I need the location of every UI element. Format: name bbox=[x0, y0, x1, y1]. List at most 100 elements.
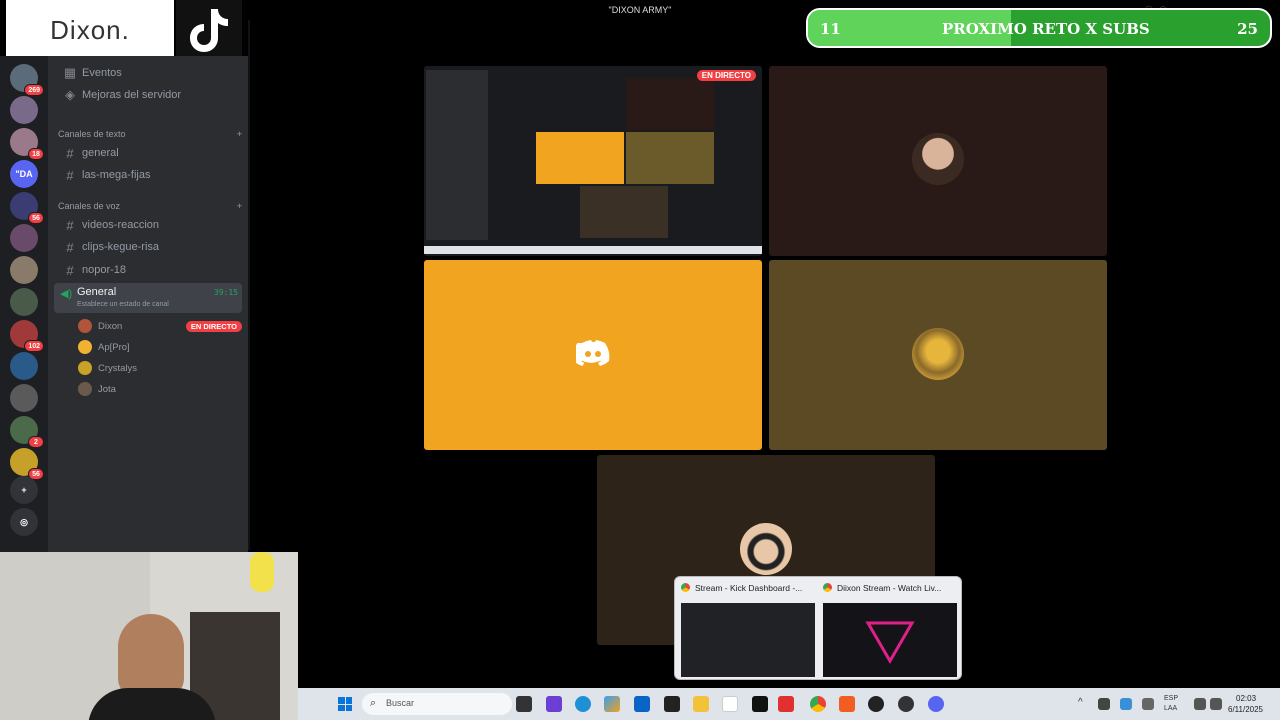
boosts-item[interactable]: ◈ Mejoras del servidor bbox=[54, 84, 242, 106]
search-box[interactable]: ⌕ Buscar bbox=[362, 693, 512, 715]
app-icon[interactable] bbox=[898, 696, 914, 712]
preview-title: Diixon Stream - Watch Liv... bbox=[837, 583, 942, 593]
copilot-icon[interactable] bbox=[604, 696, 620, 712]
language-indicator[interactable]: ESP bbox=[1164, 695, 1178, 702]
channel-label: videos-reaccion bbox=[82, 219, 160, 231]
channel-label: nopor-18 bbox=[82, 264, 127, 276]
stream-tile[interactable]: EN DIRECTO bbox=[424, 66, 762, 256]
active-voice-channel[interactable]: ◀) General 39:15 Establece un estado de … bbox=[54, 283, 242, 313]
channel-nopor-18[interactable]: # nopor-18 bbox=[54, 259, 242, 281]
participant-avatar bbox=[740, 523, 792, 575]
active-voice-time: 39:15 bbox=[213, 288, 238, 297]
server-icon[interactable]: 56 bbox=[10, 192, 44, 224]
channel-general[interactable]: # general bbox=[54, 142, 242, 164]
participant-tile-crystalys[interactable] bbox=[769, 260, 1107, 450]
t-app-icon[interactable] bbox=[778, 696, 794, 712]
server-icon[interactable] bbox=[10, 224, 38, 252]
chevron-up-icon[interactable]: ^ bbox=[1078, 697, 1083, 708]
volume-icon[interactable] bbox=[1210, 698, 1222, 710]
tray-icon[interactable] bbox=[1098, 698, 1110, 710]
channel-sidebar: ▦ Eventos ◈ Mejoras del servidor Canales d… bbox=[48, 56, 248, 552]
preview-diixon-stream[interactable]: Diixon Stream - Watch Liv... bbox=[821, 581, 959, 677]
task-view-icon[interactable] bbox=[516, 696, 532, 712]
avatar bbox=[78, 361, 92, 375]
server-icon[interactable]: 269 bbox=[10, 64, 44, 96]
member-name: Jota bbox=[98, 383, 116, 395]
avatar bbox=[78, 382, 92, 396]
stream-mini-olive bbox=[626, 132, 714, 184]
channel-las-mega-fijas[interactable]: # las-mega-fijas bbox=[54, 164, 242, 186]
clock-date[interactable]: 6/11/2025 bbox=[1228, 705, 1263, 714]
webcam-overlay bbox=[0, 552, 298, 720]
channel-clips-kegue-risa[interactable]: # clips-kegue-risa bbox=[54, 236, 242, 258]
events-label: Eventos bbox=[82, 67, 122, 79]
channel-videos-reaccion[interactable]: # videos-reaccion bbox=[54, 214, 242, 236]
subs-current: 11 bbox=[820, 20, 841, 38]
app-icon[interactable] bbox=[546, 696, 562, 712]
music-icon[interactable] bbox=[722, 696, 738, 712]
member-name: Crystalys bbox=[98, 362, 138, 374]
chrome-icon bbox=[681, 583, 690, 592]
xbox-icon[interactable] bbox=[868, 696, 884, 712]
stream-mini-sidebar bbox=[426, 70, 488, 240]
voice-category[interactable]: Canales de voz + bbox=[58, 201, 242, 211]
add-channel-icon[interactable]: + bbox=[237, 129, 242, 139]
text-category[interactable]: Canales de texto + bbox=[58, 129, 242, 139]
discord-icon[interactable] bbox=[928, 696, 944, 712]
clock-time[interactable]: 02:03 bbox=[1236, 694, 1256, 703]
wifi-icon[interactable] bbox=[1194, 698, 1206, 710]
edge-icon[interactable] bbox=[575, 696, 591, 712]
explore-icon[interactable]: ◎ bbox=[10, 508, 38, 536]
voice-category-label: Canales de voz bbox=[58, 201, 121, 211]
preview-thumbnail bbox=[823, 603, 957, 677]
calendar-icon: ▦ bbox=[63, 65, 77, 80]
unread-badge: 269 bbox=[24, 84, 44, 96]
chrome-icon[interactable] bbox=[810, 696, 826, 712]
server-icon[interactable]: 102 bbox=[10, 320, 44, 352]
server-icon[interactable]: 56 bbox=[10, 448, 44, 480]
server-icon[interactable] bbox=[10, 352, 38, 380]
preview-kick-dashboard[interactable]: Stream - Kick Dashboard -... bbox=[679, 581, 817, 677]
unread-badge: 102 bbox=[24, 340, 44, 352]
member-name: Ap[Pro] bbox=[98, 341, 130, 353]
tray-icon[interactable] bbox=[1142, 698, 1154, 710]
windows-start-icon[interactable] bbox=[338, 697, 352, 711]
tiktok-icon[interactable] bbox=[752, 696, 768, 712]
server-icon[interactable] bbox=[10, 256, 38, 284]
server-icon[interactable] bbox=[10, 384, 38, 412]
stream-mini-dark bbox=[580, 186, 668, 238]
webcam-decoration bbox=[250, 552, 274, 592]
member-ap-pro[interactable]: Ap[Pro] bbox=[78, 337, 242, 357]
server-icon[interactable]: "DA bbox=[10, 160, 38, 188]
speaker-icon: ◀) bbox=[60, 288, 73, 300]
preview-title: Stream - Kick Dashboard -... bbox=[695, 583, 803, 593]
hash-icon: # bbox=[66, 262, 74, 278]
member-dixon[interactable]: Dixon EN DIRECTO bbox=[78, 316, 242, 336]
folder-icon[interactable] bbox=[693, 696, 709, 712]
server-icon[interactable]: 18 bbox=[10, 128, 44, 160]
brave-icon[interactable] bbox=[839, 696, 855, 712]
subs-label: PROXIMO RETO X SUBS bbox=[942, 20, 1150, 38]
events-item[interactable]: ▦ Eventos bbox=[54, 62, 242, 84]
stream-live-badge: EN DIRECTO bbox=[696, 70, 756, 81]
tray-icon[interactable] bbox=[1120, 698, 1132, 710]
unread-badge: 18 bbox=[28, 148, 44, 160]
member-jota[interactable]: Jota bbox=[78, 379, 242, 399]
server-icon[interactable]: 2 bbox=[10, 416, 44, 448]
sidebar-divider bbox=[248, 20, 250, 550]
member-crystalys[interactable]: Crystalys bbox=[78, 358, 242, 378]
add-server-icon[interactable]: + bbox=[10, 476, 38, 504]
keyboard-layout[interactable]: LAA bbox=[1164, 705, 1177, 712]
dixon-logo: Dixon. bbox=[6, 0, 174, 60]
search-placeholder: Buscar bbox=[386, 698, 415, 708]
add-channel-icon[interactable]: + bbox=[237, 201, 242, 211]
subs-target: 25 bbox=[1237, 20, 1258, 38]
channel-status-text[interactable]: Establece un estado de canal bbox=[77, 301, 169, 308]
outlook-icon[interactable] bbox=[634, 696, 650, 712]
app-icon[interactable] bbox=[664, 696, 680, 712]
participant-tile-ap-pro[interactable] bbox=[424, 260, 762, 450]
server-icon[interactable] bbox=[10, 96, 38, 124]
logo-text: Dixon. bbox=[50, 14, 130, 45]
participant-tile-1[interactable] bbox=[769, 66, 1107, 256]
server-icon[interactable] bbox=[10, 288, 38, 316]
